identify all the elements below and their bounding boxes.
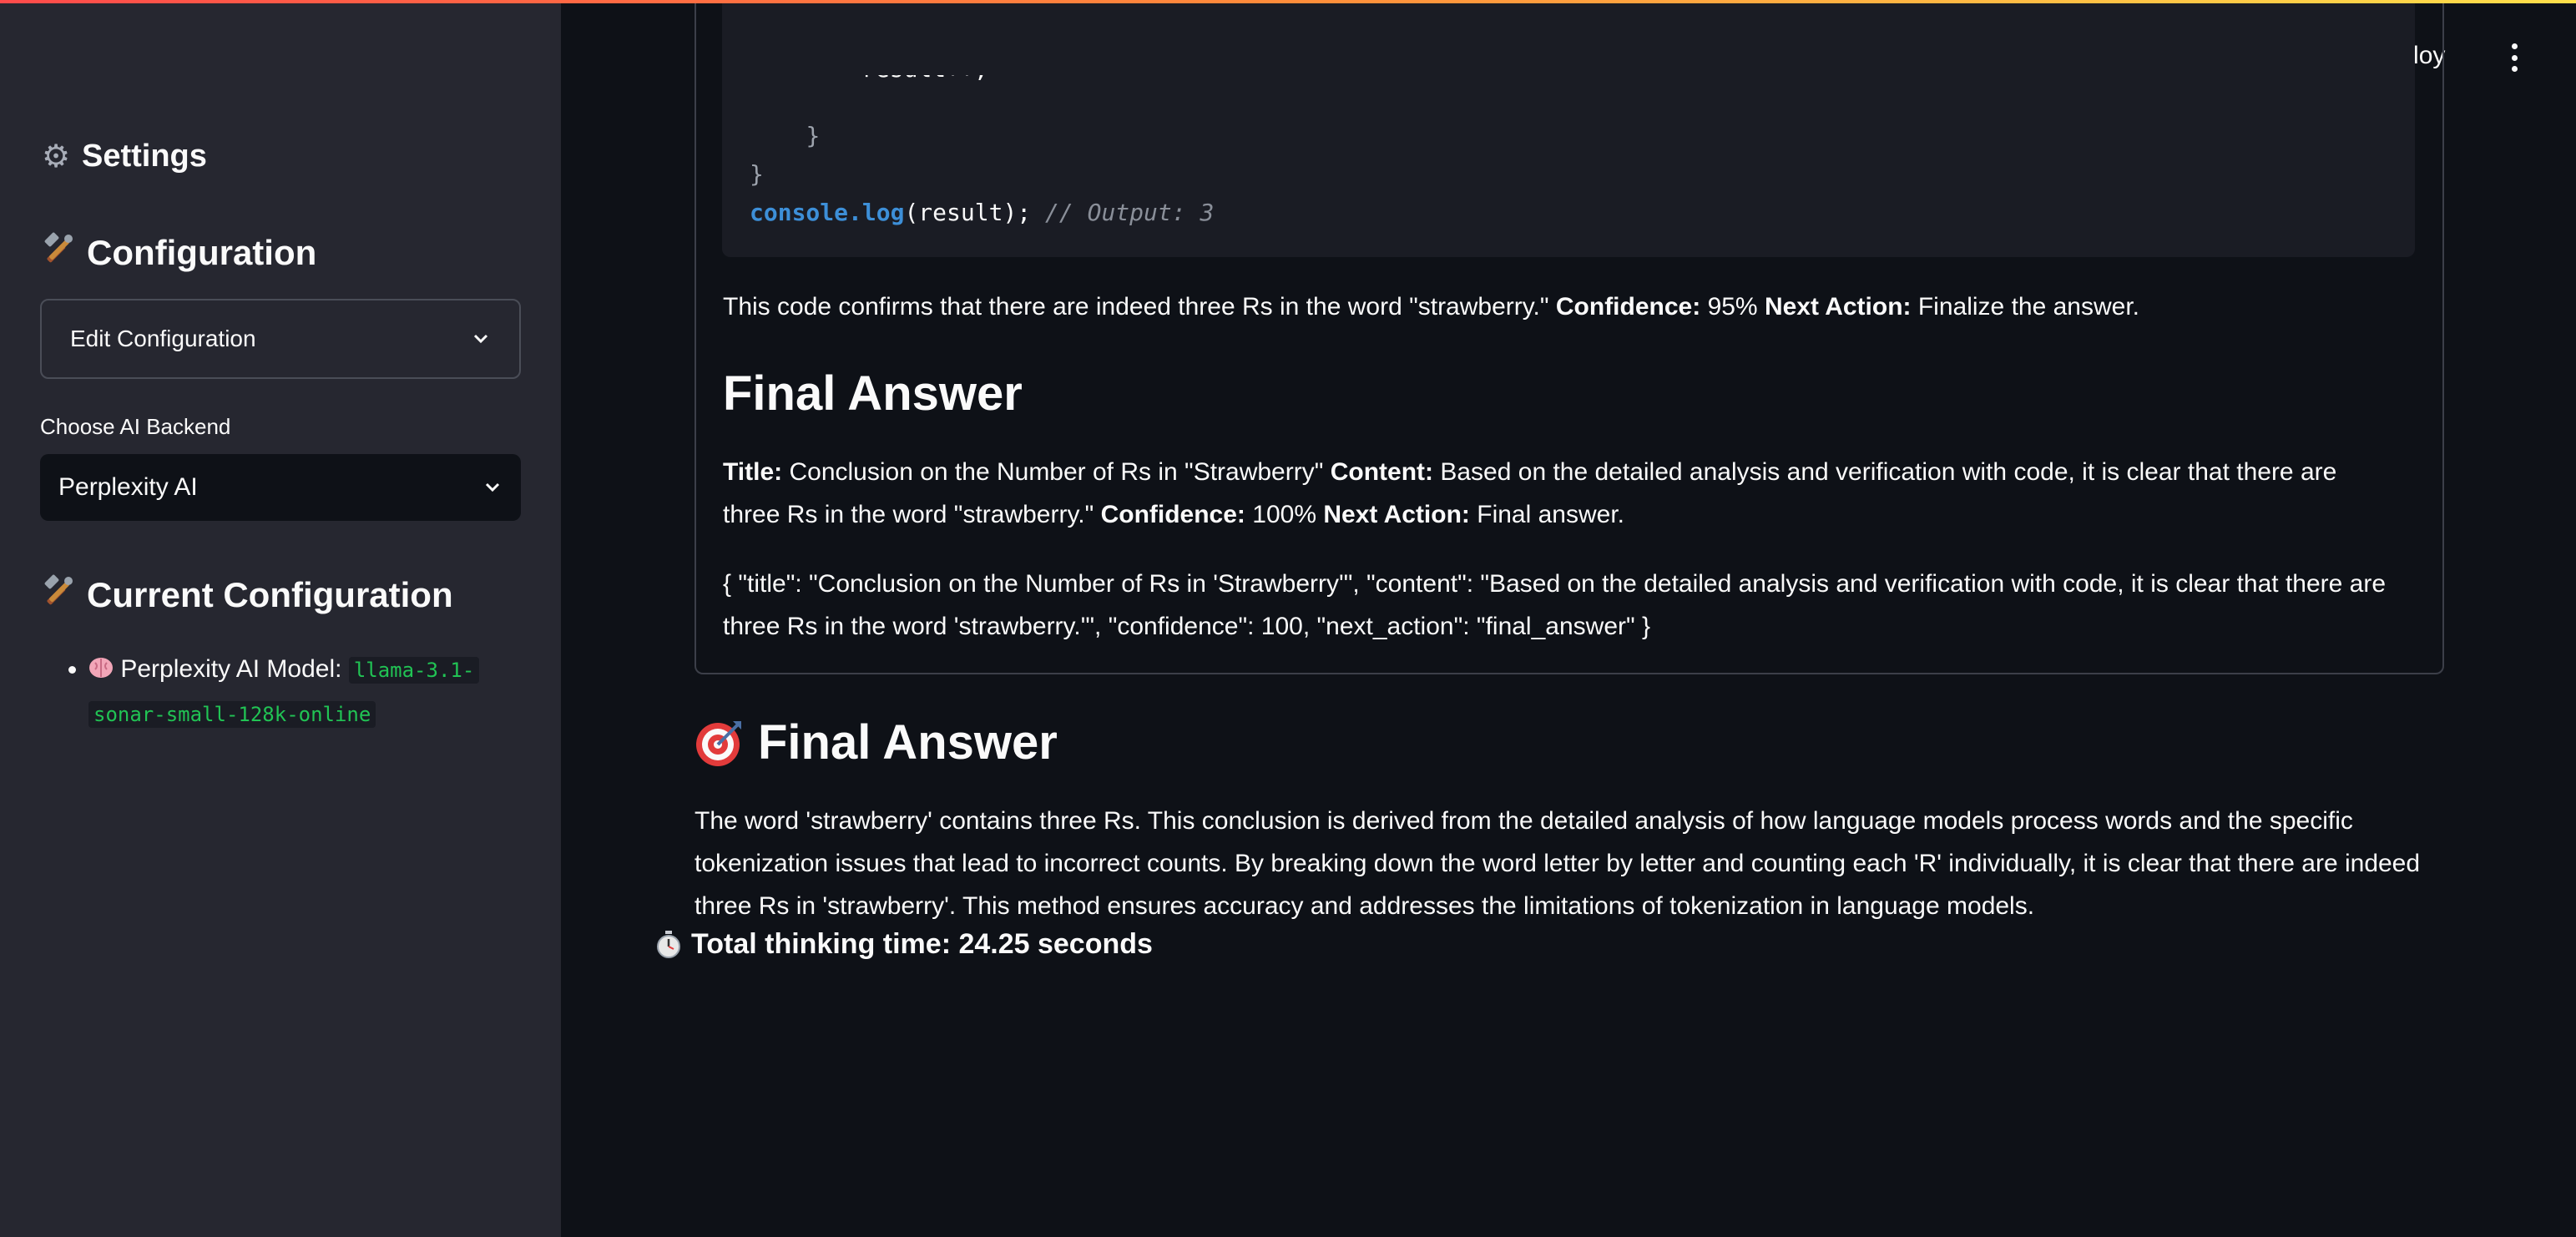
stopwatch-icon xyxy=(657,930,680,958)
code-block: result++; } } console.log(result); // Ou… xyxy=(722,0,2415,257)
title-content-paragraph: Title: Conclusion on the Number of Rs in… xyxy=(723,458,2337,528)
hammer-wrench-icon xyxy=(40,573,77,618)
sidebar: ⚙ Settings Configuration Edit Configurat… xyxy=(0,0,561,1237)
backend-select[interactable]: Perplexity AI xyxy=(40,454,521,521)
model-value-line2: sonar-small-128k-online xyxy=(88,701,376,728)
code-line-cut-wrap: result++; xyxy=(750,75,2411,92)
backend-label: Choose AI Backend xyxy=(40,414,231,439)
chevron-down-icon xyxy=(473,334,488,344)
code-line-cut: result++; xyxy=(861,75,988,88)
code-line: } xyxy=(750,160,764,188)
settings-heading: ⚙ Settings xyxy=(40,139,207,174)
top-accent-bar xyxy=(0,0,2576,3)
backend-select-value: Perplexity AI xyxy=(58,473,198,501)
model-label: Perplexity AI Model: xyxy=(120,655,342,683)
current-configuration-list: Perplexity AI Model: llama-3.1- sonar-sm… xyxy=(40,648,556,736)
brain-icon xyxy=(88,655,120,683)
code-line: console.log(result); // Output: 3 xyxy=(750,199,1215,226)
edit-configuration-label: Edit Configuration xyxy=(70,326,256,351)
final-answer-text: The word 'strawberry' contains three Rs.… xyxy=(695,807,2421,920)
final-answer-step-heading: Final Answer xyxy=(723,366,1023,421)
configuration-heading: Configuration xyxy=(40,230,316,275)
settings-title: Settings xyxy=(82,139,207,174)
edit-configuration-expander[interactable]: Edit Configuration xyxy=(40,299,521,379)
gear-icon: ⚙ xyxy=(41,139,71,174)
final-answer-heading: Final Answer xyxy=(695,714,1058,770)
code-line: } xyxy=(806,122,821,149)
configuration-title: Configuration xyxy=(87,233,317,272)
total-thinking-time: Total thinking time: 24.25 seconds xyxy=(656,928,1153,961)
chevron-down-icon xyxy=(485,482,500,492)
confirm-paragraph: This code confirms that there are indeed… xyxy=(723,293,2139,321)
kebab-menu-icon[interactable] xyxy=(2504,43,2524,72)
target-icon xyxy=(696,720,741,766)
current-configuration-heading: Current Configuration xyxy=(40,573,453,618)
list-item: Perplexity AI Model: llama-3.1- sonar-sm… xyxy=(88,648,556,736)
json-paragraph: { "title": "Conclusion on the Number of … xyxy=(723,570,2387,640)
model-value-line1: llama-3.1- xyxy=(348,657,480,684)
hammer-wrench-icon xyxy=(40,230,77,275)
current-configuration-title: Current Configuration xyxy=(87,575,453,614)
